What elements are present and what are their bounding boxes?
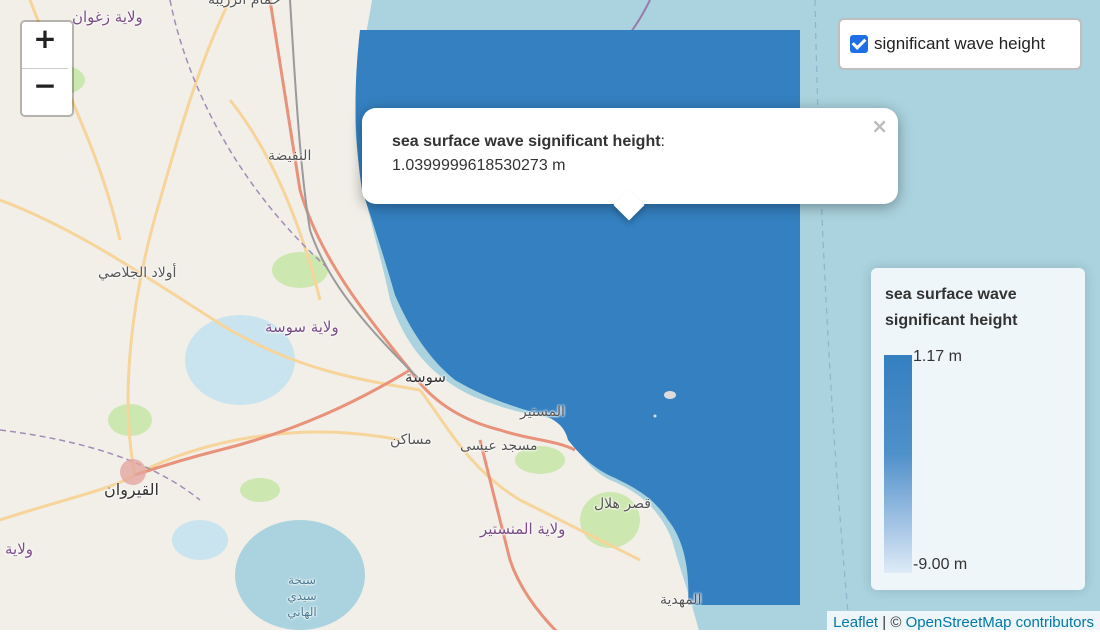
place-label: مساكن [390,432,432,448]
legend-title: sea surface wave significant height [885,286,1018,329]
layer-label[interactable]: significant wave height [874,34,1045,54]
legend-color-bar [884,355,912,573]
place-label: ولاية زغوان [72,8,143,26]
zoom-control: + − [20,20,74,117]
popup-title: sea surface wave significant height [392,133,661,150]
color-legend: sea surface wave significant height 1.17… [871,268,1085,590]
page-margin [0,630,1100,635]
place-label: قصر هلال [594,496,651,512]
lake-label: سبخة سيدي الهاني [287,573,317,619]
place-label: النفيضة [268,148,312,164]
legend-max-label: 1.17 m [913,348,962,365]
osm-link[interactable]: OpenStreetMap contributors [906,614,1094,631]
place-label: المهدية [660,592,702,608]
place-label: ولاية سوسة [265,318,339,336]
place-label: القيروان [104,480,159,499]
place-label: حمام الزريبة [208,0,281,8]
legend-min-label: -9.00 m [913,556,968,573]
place-label: مسجد عيسى [460,438,538,454]
leaflet-link[interactable]: Leaflet [833,614,878,631]
place-label: أولاد الجلاصي [98,265,177,281]
popup-title-colon: : [660,133,665,150]
zoom-in-button[interactable]: + [22,22,68,68]
attribution-separator: | © [878,614,906,631]
place-label: سوسة [405,368,446,386]
layer-checkbox[interactable] [850,35,868,53]
place-label: ولاية المنستير [480,520,566,538]
value-popup: × sea surface wave significant height: 1… [362,108,898,221]
zoom-out-button[interactable]: − [22,68,68,115]
layer-control: significant wave height [838,18,1082,70]
popup-value: 1.0399999618530273 m [392,157,566,174]
close-icon[interactable]: × [871,114,888,138]
place-label: المستير [520,404,565,420]
place-label: ولاية [5,540,34,558]
